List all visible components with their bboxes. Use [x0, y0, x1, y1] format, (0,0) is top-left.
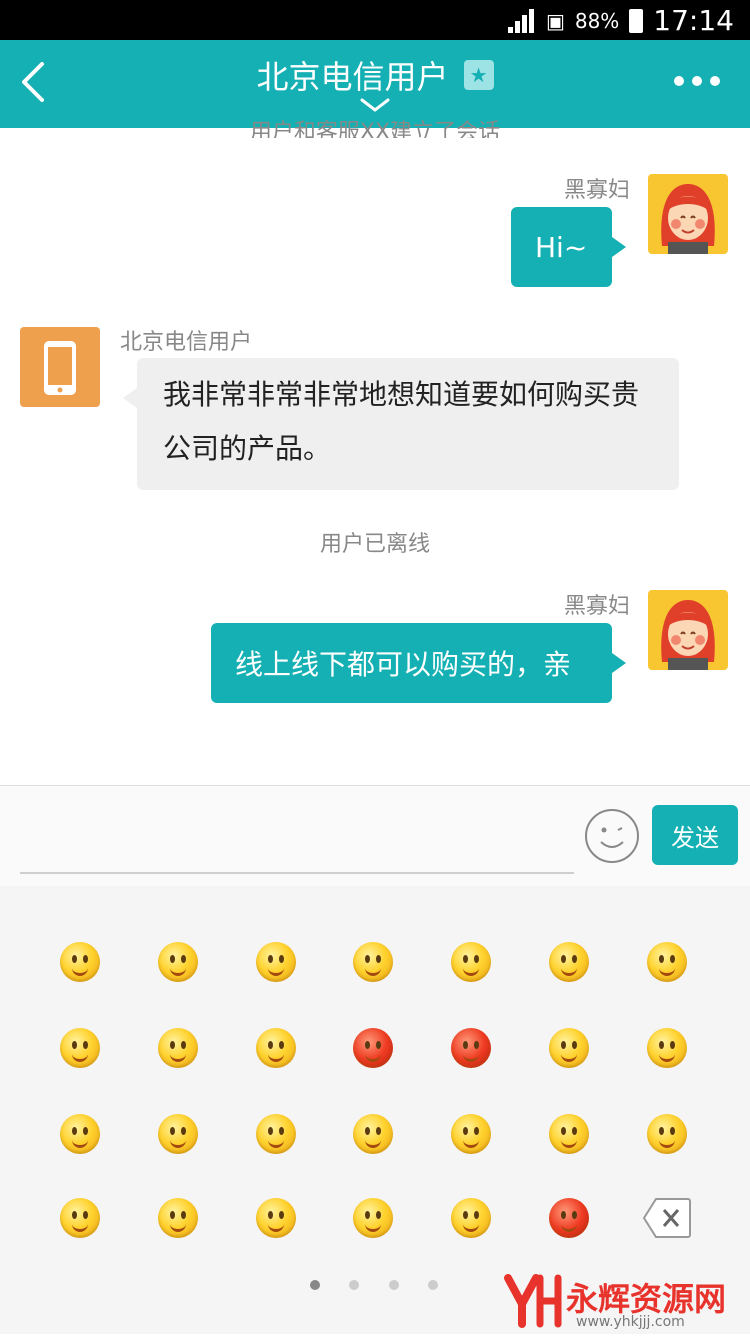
emoji-icon[interactable] [549, 1198, 589, 1238]
chat-title: 北京电信用户 [256, 58, 449, 96]
emoji-icon[interactable] [158, 942, 198, 982]
emoji-icon[interactable] [158, 1198, 198, 1238]
message-bubble[interactable]: 我非常非常非常地想知道要如何购买贵公司的产品。 [123, 358, 679, 490]
message-text: Hi~ [535, 230, 588, 264]
composer: 发送 [0, 785, 750, 887]
star-icon[interactable]: ★ [463, 60, 494, 90]
emoji-icon[interactable] [549, 1028, 589, 1068]
emoji-icon[interactable] [647, 1028, 687, 1068]
emoji-icon[interactable] [451, 1114, 491, 1154]
page-dot[interactable] [389, 1280, 399, 1290]
sender-name: 黑寡妇 [563, 594, 630, 619]
message-bubble[interactable]: 线上线下都可以购买的，亲 [211, 623, 626, 703]
sender-name: 黑寡妇 [563, 178, 630, 203]
emoji-icon[interactable] [451, 1198, 491, 1238]
agent-avatar[interactable] [648, 174, 728, 254]
emoji-icon[interactable] [60, 942, 100, 982]
emoji-icon[interactable] [158, 1114, 198, 1154]
clock: 17:14 [653, 4, 734, 37]
emoji-icon[interactable] [647, 942, 687, 982]
emoji-icon[interactable] [256, 942, 296, 982]
system-message: 用户和客服XX建立了会话 [249, 120, 501, 138]
emoji-toggle-icon[interactable] [584, 808, 640, 864]
emoji-icon[interactable] [549, 1114, 589, 1154]
emoji-icon[interactable] [60, 1028, 100, 1068]
message-text: 线上线下都可以购买的，亲 [235, 648, 572, 681]
emoji-panel [0, 886, 750, 1334]
emoji-icon[interactable] [647, 1114, 687, 1154]
battery-icon [629, 8, 644, 33]
emoji-icon[interactable] [256, 1198, 296, 1238]
watermark-url: www.yhkjjj.com [576, 1314, 685, 1330]
page-dot[interactable] [428, 1280, 438, 1290]
emoji-icon[interactable] [353, 1198, 393, 1238]
phone-icon [44, 341, 76, 395]
battery-percent: 88% [574, 8, 620, 33]
emoji-icon[interactable] [451, 1028, 491, 1068]
message-bubble[interactable]: Hi~ [511, 207, 626, 287]
message-input[interactable] [20, 806, 574, 874]
no-sim-icon: ▣ [545, 8, 565, 33]
watermark-logo-icon [504, 1274, 562, 1328]
emoji-icon[interactable] [256, 1114, 296, 1154]
signal-icon [507, 8, 536, 33]
message-text: 我非常非常非常地想知道要如何购买贵公司的产品。 [163, 378, 640, 465]
emoji-icon[interactable] [60, 1198, 100, 1238]
emoji-icon[interactable] [256, 1028, 296, 1068]
girl-avatar-icon [661, 600, 715, 670]
more-icon[interactable] [674, 76, 720, 86]
system-message: 用户已离线 [319, 532, 430, 557]
emoji-icon[interactable] [549, 942, 589, 982]
emoji-icon[interactable] [60, 1114, 100, 1154]
user-avatar[interactable] [20, 327, 100, 407]
page-dot[interactable] [310, 1280, 320, 1290]
emoji-icon[interactable] [353, 942, 393, 982]
sender-name: 北京电信用户 [120, 330, 253, 355]
emoji-icon[interactable] [353, 1028, 393, 1068]
page-dot[interactable] [349, 1280, 359, 1290]
emoji-icon[interactable] [353, 1114, 393, 1154]
girl-avatar-icon [661, 184, 715, 254]
emoji-icon[interactable] [158, 1028, 198, 1068]
chevron-down-icon[interactable] [360, 98, 390, 112]
backspace-icon[interactable] [642, 1196, 692, 1240]
send-button[interactable]: 发送 [652, 805, 738, 865]
status-bar: ▣ 88% 17:14 [0, 0, 750, 40]
watermark: 永辉资源网 www.yhkjjj.com [500, 1268, 750, 1334]
agent-avatar[interactable] [648, 590, 728, 670]
emoji-icon[interactable] [451, 942, 491, 982]
